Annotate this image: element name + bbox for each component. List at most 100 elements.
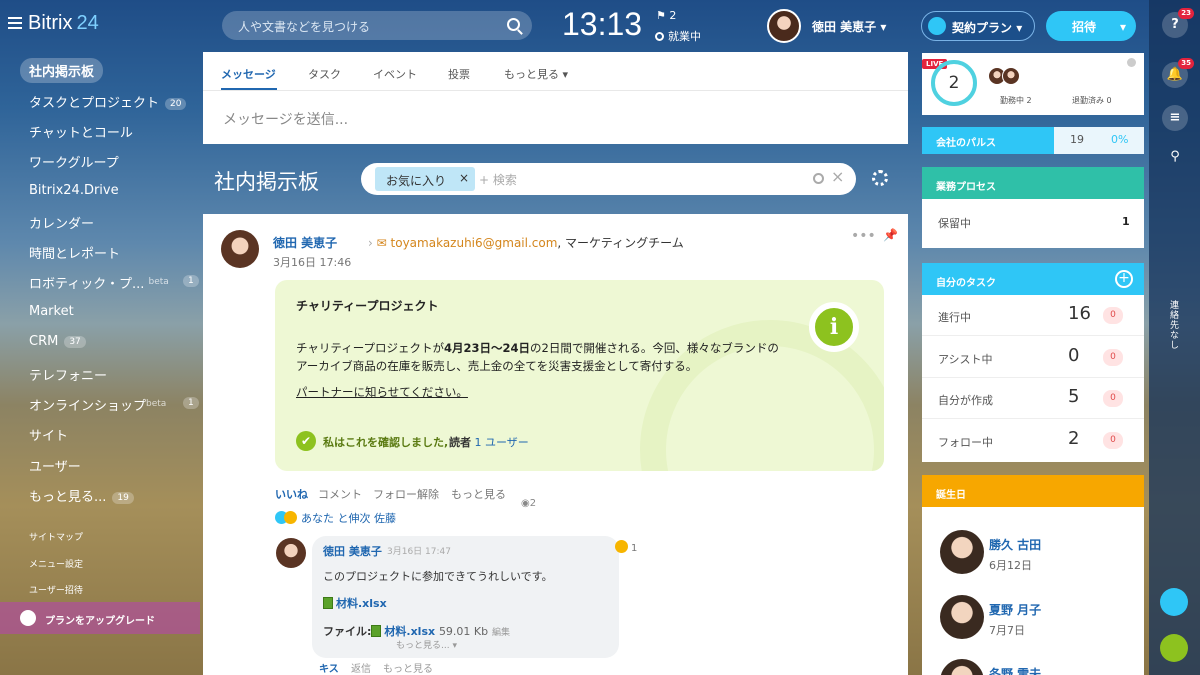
comment-more-button[interactable]: もっと見る — [383, 660, 433, 675]
xlsx-icon — [323, 597, 333, 609]
invite-button[interactable]: 招待 ▾ — [1046, 11, 1136, 41]
avatar[interactable] — [221, 230, 259, 268]
avatar[interactable] — [940, 530, 984, 574]
filter-tag[interactable]: お気に入り × — [375, 167, 475, 191]
announcement-link[interactable]: パートナーに知らせてください。 — [296, 384, 468, 400]
file-link[interactable]: 材料.xlsx — [384, 625, 435, 638]
announcement-box: i チャリティープロジェクト チャリティープロジェクトが4月23日〜24日の2日… — [275, 280, 884, 471]
filter-bar[interactable]: お気に入り × + 検索 × — [361, 163, 856, 195]
unfollow-button[interactable]: フォロー解除 — [373, 486, 439, 502]
add-task-icon[interactable]: + — [1115, 270, 1133, 288]
upgrade-button[interactable]: プランをアップグレード — [0, 602, 200, 634]
like-button[interactable]: いいね — [275, 486, 308, 502]
sidebar-item-feed[interactable]: 社内掲示板 — [20, 58, 104, 83]
search-icon[interactable] — [507, 18, 520, 31]
sidebar-item-robotic[interactable]: ロボティック・プ... beta 1 — [29, 273, 199, 292]
tab-more[interactable]: もっと見る ▾ — [504, 66, 568, 82]
sidebar-item-chat[interactable]: チャットとコール — [29, 122, 133, 141]
help-icon[interactable] — [1127, 58, 1136, 67]
help-icon[interactable]: ? 23 — [1162, 8, 1194, 38]
tab-poll[interactable]: 投票 — [448, 66, 470, 82]
edit-link[interactable]: 編集 — [492, 628, 510, 638]
remove-tag-icon[interactable]: × — [459, 171, 469, 185]
search-icon[interactable] — [813, 173, 824, 184]
sidebar-item-workgroups[interactable]: ワークグループ — [29, 152, 119, 171]
birthday-name[interactable]: 夏野 月子 — [989, 601, 1041, 618]
post-date[interactable]: 3月16日 17:46 — [273, 254, 351, 270]
task-row[interactable]: 進行中 16 0 — [922, 295, 1144, 336]
comment-date[interactable]: 3月16日 17:47 — [387, 544, 451, 557]
comment-text: このプロジェクトに参加できてうれしいです。 — [323, 570, 553, 583]
plan-button[interactable]: 契約プラン ▾ — [921, 11, 1035, 41]
more-icon[interactable]: ••• — [851, 228, 876, 244]
search-input[interactable]: 人や文書などを見つける — [222, 11, 532, 40]
sidebar-item-crm[interactable]: CRM 37 — [29, 334, 86, 349]
menu-icon[interactable] — [8, 17, 22, 29]
show-more[interactable]: もっと見る... ▾ — [396, 638, 457, 651]
birthday-name[interactable]: 冬野 雪夫 — [989, 665, 1041, 675]
sidebar-item-more[interactable]: もっと見る... 19 — [29, 486, 134, 505]
mail-icon: ✉ — [376, 236, 387, 250]
work-status[interactable]: 就業中 — [655, 28, 701, 44]
user-menu[interactable]: 徳田 美恵子 ▾ — [812, 18, 886, 35]
invite-users-link[interactable]: ユーザー招待 — [29, 583, 83, 596]
sidebar-item-sites[interactable]: サイト — [29, 425, 68, 444]
bell-icon[interactable]: 🔔 35 — [1162, 58, 1194, 88]
message-input[interactable]: メッセージを送信... — [223, 109, 348, 129]
emoji-icon — [284, 511, 297, 524]
sidebar-item-tasks[interactable]: タスクとプロジェクト 20 — [29, 92, 187, 111]
avatar[interactable] — [767, 9, 801, 43]
sidebar-item-time[interactable]: 時間とレポート — [29, 243, 120, 262]
avatar-group[interactable] — [988, 67, 1030, 85]
sidebar-item-shop[interactable]: オンラインショップbeta 1 — [29, 395, 199, 414]
avatar[interactable] — [276, 538, 306, 568]
flag-count[interactable]: ⚑ 2 — [656, 9, 676, 22]
more-button[interactable]: もっと見る — [451, 486, 506, 502]
pending-count: 1 — [1122, 215, 1130, 228]
menu-settings-link[interactable]: メニュー設定 — [29, 557, 83, 570]
avatar[interactable] — [940, 595, 984, 639]
clock[interactable]: 13:13 — [562, 6, 642, 43]
document-icon[interactable] — [1160, 588, 1188, 616]
sidebar-item-telephony[interactable]: テレフォニー — [29, 365, 107, 384]
comment-button[interactable]: コメント — [318, 486, 362, 502]
pending-label[interactable]: 保留中 — [938, 215, 971, 231]
reply-button[interactable]: 返信 — [351, 660, 371, 675]
phone-icon[interactable] — [1160, 634, 1188, 662]
task-row[interactable]: フォロー中 2 0 — [922, 420, 1144, 461]
likers[interactable]: あなた と伸次 佐藤 — [275, 510, 396, 526]
widget-title[interactable]: 業務プロセス — [922, 167, 1144, 199]
avatar[interactable] — [940, 659, 984, 675]
logo[interactable]: Bitrix 24 — [28, 12, 99, 35]
timeman-widget[interactable]: LIVE 2 勤務中 2 退勤済み 0 — [922, 53, 1144, 115]
task-row[interactable]: 自分が作成 5 0 — [922, 378, 1144, 419]
post-recipients[interactable]: › ✉ toyamakazuhi6@gmail.com, マーケティングチーム — [368, 234, 684, 251]
kiss-button[interactable]: キス — [319, 660, 339, 675]
post-author[interactable]: 徳田 美恵子 — [273, 234, 337, 251]
filter-search-input[interactable]: + 検索 — [479, 171, 517, 188]
company-pulse[interactable]: 会社のパルス 19 0% — [922, 127, 1144, 154]
birthday-name[interactable]: 勝久 古田 — [989, 536, 1041, 553]
tab-event[interactable]: イベント — [373, 66, 417, 82]
tab-message[interactable]: メッセージ — [221, 66, 276, 82]
sidebar-item-calendar[interactable]: カレンダー — [29, 213, 94, 232]
sidebar-item-users[interactable]: ユーザー — [29, 456, 81, 475]
comment-author[interactable]: 徳田 美恵子 — [323, 543, 382, 559]
live-count[interactable]: 2 — [931, 60, 977, 106]
readers[interactable]: 読者 1 ユーザー — [449, 434, 529, 450]
chat-icon[interactable]: ≡ — [1162, 105, 1188, 131]
tab-task[interactable]: タスク — [308, 66, 341, 82]
sitemap-link[interactable]: サイトマップ — [29, 530, 83, 543]
task-row[interactable]: アシスト中 0 0 — [922, 337, 1144, 378]
gear-icon[interactable] — [872, 170, 888, 186]
pin-icon[interactable]: 📌 — [883, 228, 898, 242]
search-icon[interactable]: ⚲ — [1162, 144, 1188, 170]
comment-reaction[interactable]: 1 — [615, 540, 637, 554]
announcement-title: チャリティープロジェクト — [296, 299, 439, 313]
widget-title[interactable]: 誕生日 — [922, 475, 1144, 507]
file-link[interactable]: 材料.xlsx — [323, 595, 387, 611]
sidebar-item-drive[interactable]: Bitrix24.Drive — [29, 183, 119, 198]
sidebar-item-market[interactable]: Market — [29, 304, 74, 319]
close-icon[interactable]: × — [831, 167, 844, 186]
widget-title[interactable]: 自分のタスク — [922, 263, 1144, 295]
